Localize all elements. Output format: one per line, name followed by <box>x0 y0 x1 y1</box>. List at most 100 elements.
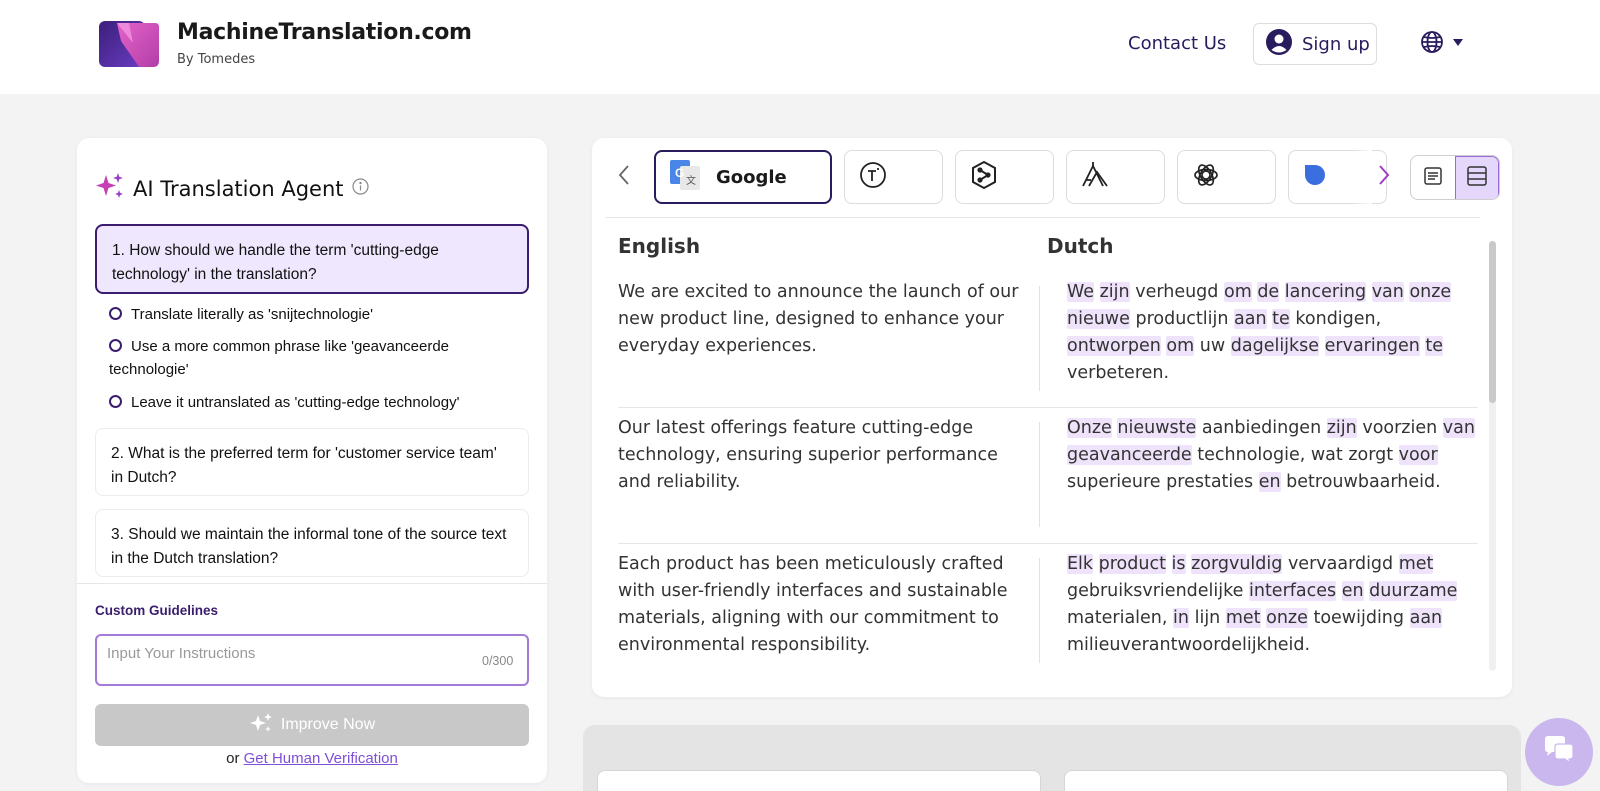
target-word[interactable]: in <box>1173 608 1190 628</box>
target-word[interactable]: om <box>1223 282 1252 302</box>
target-word[interactable]: nieuwe <box>1067 309 1130 329</box>
radio-icon[interactable] <box>109 307 122 320</box>
human-verification-link[interactable]: Get Human Verification <box>244 750 398 767</box>
target-word[interactable]: vervaardigd <box>1288 554 1393 574</box>
target-word[interactable]: lancering <box>1284 282 1367 302</box>
target-word[interactable]: aan <box>1409 608 1443 628</box>
answer-option-2[interactable]: Use a more common phrase like 'geavancee… <box>109 335 529 381</box>
view-segments-button[interactable] <box>1454 156 1499 199</box>
target-word[interactable]: voorzien <box>1362 418 1437 438</box>
sign-up-label: Sign up <box>1302 33 1370 55</box>
target-word[interactable]: ervaringen <box>1324 336 1420 356</box>
user-circle-icon <box>1266 28 1292 60</box>
target-word[interactable]: kondigen, <box>1295 309 1381 329</box>
chat-widget-button[interactable] <box>1525 718 1593 786</box>
info-icon[interactable] <box>351 177 369 200</box>
verify-prefix: or <box>226 750 240 767</box>
target-word[interactable]: te <box>1425 336 1444 356</box>
engine-name: Google <box>716 166 787 188</box>
target-word[interactable]: ontworpen <box>1067 336 1161 356</box>
target-word[interactable]: toewijding <box>1313 608 1404 628</box>
google-translate-icon: G 文 <box>670 159 700 195</box>
source-segment[interactable]: We are excited to announce the launch of… <box>618 279 1023 360</box>
engines-next-button[interactable] <box>1372 164 1396 190</box>
scrollbar-thumb[interactable] <box>1489 241 1496 403</box>
chevron-left-icon <box>618 164 630 191</box>
target-word[interactable]: voor <box>1398 445 1438 465</box>
radio-icon[interactable] <box>109 339 122 352</box>
target-word[interactable]: met <box>1225 608 1261 628</box>
svg-text:G: G <box>675 166 684 180</box>
target-word[interactable]: verbeteren. <box>1067 363 1169 383</box>
target-word[interactable]: zijn <box>1326 418 1357 438</box>
target-word[interactable]: product <box>1098 554 1166 574</box>
question-2[interactable]: 2. What is the preferred term for 'custo… <box>95 428 529 496</box>
target-word[interactable]: zorgvuldig <box>1191 554 1283 574</box>
engine-mountain-icon <box>1081 160 1111 195</box>
target-language-heading: Dutch <box>1047 234 1114 258</box>
target-segment[interactable]: Elk product is zorgvuldig vervaardigd me… <box>1067 551 1477 659</box>
target-word[interactable]: Elk <box>1067 554 1094 574</box>
target-word[interactable]: onze <box>1266 608 1308 628</box>
target-word[interactable]: en <box>1341 581 1364 601</box>
target-word[interactable]: zorgt <box>1348 445 1393 465</box>
target-word[interactable]: om <box>1166 336 1195 356</box>
engine-tab-3[interactable] <box>955 150 1054 204</box>
view-document-button[interactable] <box>1411 156 1455 199</box>
target-word[interactable]: productlijn <box>1135 309 1228 329</box>
engine-tab-google[interactable]: G 文 Google <box>654 150 832 204</box>
improve-now-button[interactable]: Improve Now <box>95 704 529 746</box>
target-word[interactable]: is <box>1171 554 1186 574</box>
target-word[interactable]: prestaties <box>1166 472 1253 492</box>
target-word[interactable]: milieuverantwoordelijkheid. <box>1067 635 1310 655</box>
target-word[interactable]: We <box>1067 282 1095 302</box>
target-word[interactable]: en <box>1258 472 1281 492</box>
target-word[interactable]: de <box>1257 282 1280 302</box>
target-word[interactable]: nieuwste <box>1117 418 1197 438</box>
contact-us-link[interactable]: Contact Us <box>1128 33 1226 54</box>
target-word[interactable]: van <box>1442 418 1475 438</box>
target-word[interactable]: betrouwbaarheid. <box>1286 472 1441 492</box>
target-word[interactable]: zijn <box>1099 282 1130 302</box>
sign-up-button[interactable]: Sign up <box>1253 23 1377 65</box>
target-word[interactable]: aanbiedingen <box>1202 418 1321 438</box>
target-word[interactable]: lijn <box>1195 608 1221 628</box>
sparkles-icon <box>95 172 125 205</box>
target-word[interactable]: wat <box>1311 445 1343 465</box>
target-word[interactable]: superieure <box>1067 472 1161 492</box>
target-word[interactable]: dagelijkse <box>1230 336 1320 356</box>
target-word[interactable]: verheugd <box>1135 282 1218 302</box>
target-word[interactable]: Onze <box>1067 418 1112 438</box>
answer-option-3[interactable]: Leave it untranslated as 'cutting-edge t… <box>109 391 529 414</box>
engines-prev-button[interactable] <box>612 164 636 190</box>
target-word[interactable]: onze <box>1409 282 1452 302</box>
source-segment[interactable]: Each product has been meticulously craft… <box>618 551 1023 659</box>
source-segment[interactable]: Our latest offerings feature cutting-edg… <box>618 415 1023 496</box>
segment-separator <box>618 407 1478 408</box>
target-word[interactable]: van <box>1371 282 1404 302</box>
custom-guidelines-input[interactable] <box>95 634 529 686</box>
target-word[interactable]: geavanceerde <box>1067 445 1192 465</box>
target-word[interactable]: te <box>1272 309 1290 329</box>
target-word[interactable]: gebruiksvriendelijke <box>1067 581 1243 601</box>
engine-tab-2[interactable] <box>844 150 943 204</box>
target-segment[interactable]: We zijn verheugd om de lancering van onz… <box>1067 279 1477 387</box>
brand-logo[interactable] <box>99 21 159 67</box>
question-3[interactable]: 3. Should we maintain the informal tone … <box>95 509 529 577</box>
target-word[interactable]: technologie, <box>1197 445 1305 465</box>
answer-option-1[interactable]: Translate literally as 'snijtechnologie' <box>109 303 529 326</box>
target-word[interactable]: uw <box>1200 336 1225 356</box>
engine-tab-4[interactable] <box>1066 150 1165 204</box>
brand-title[interactable]: MachineTranslation.com <box>177 20 472 45</box>
engine-tab-5[interactable] <box>1177 150 1276 204</box>
target-word[interactable]: duurzame <box>1369 581 1458 601</box>
radio-icon[interactable] <box>109 395 122 408</box>
target-segment[interactable]: Onze nieuwste aanbiedingen zijn voorzien… <box>1067 415 1477 496</box>
target-word[interactable]: materialen, <box>1067 608 1167 628</box>
language-selector[interactable] <box>1420 30 1480 57</box>
question-1[interactable]: 1. How should we handle the term 'cuttin… <box>95 224 529 294</box>
target-word[interactable]: met <box>1398 554 1434 574</box>
target-word[interactable]: interfaces <box>1248 581 1337 601</box>
target-word[interactable]: aan <box>1234 309 1267 329</box>
comparison-card-right <box>1064 770 1508 791</box>
